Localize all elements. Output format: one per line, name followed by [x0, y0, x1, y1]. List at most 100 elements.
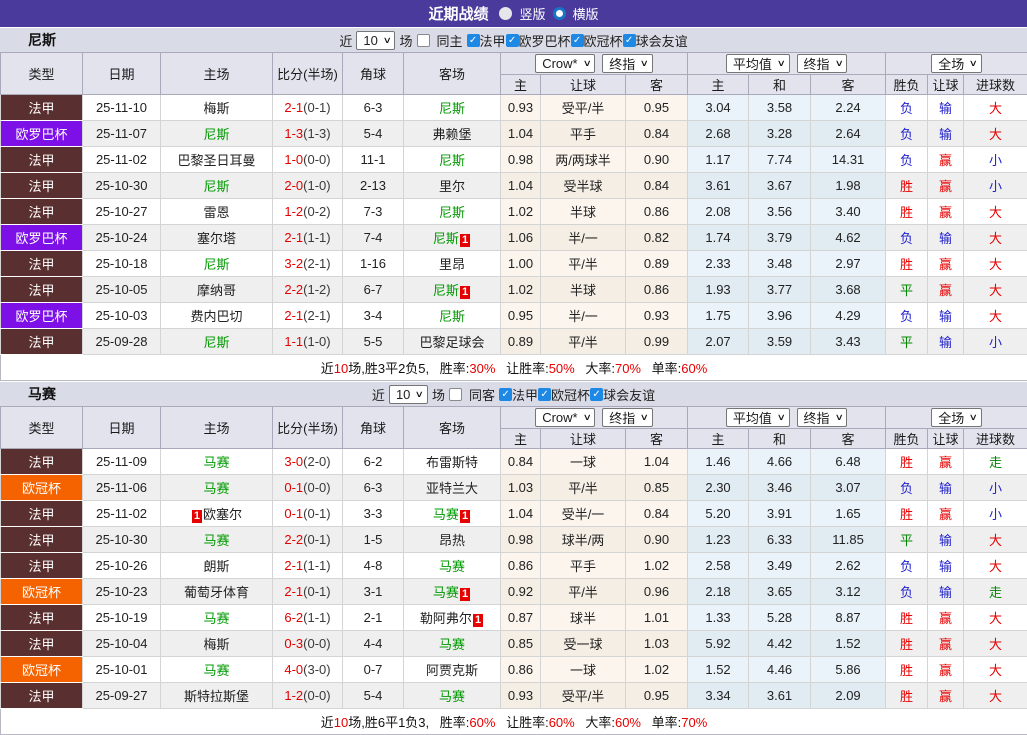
scope-select[interactable]: 全场∨ [931, 54, 982, 73]
handicap-home-odds: 0.87 [501, 605, 541, 631]
avg-home-odds: 2.33 [688, 251, 749, 277]
result-wdl: 胜 [886, 683, 928, 709]
league-checkbox[interactable]: ✓ [571, 34, 584, 47]
team-name: 朗斯 [203, 559, 229, 574]
avg-draw-odds: 3.79 [749, 225, 811, 251]
result-wdl: 胜 [886, 605, 928, 631]
handicap-home-odds: 1.04 [501, 121, 541, 147]
col-away: 客场 [404, 53, 501, 95]
avg-away-odds: 3.68 [811, 277, 886, 303]
result-handicap: 输 [928, 527, 964, 553]
final-odds-select-2[interactable]: 终指∨ [797, 54, 848, 73]
corner-cell: 1-16 [343, 251, 404, 277]
team-name: 欧塞尔 [203, 507, 242, 522]
final-odds-select[interactable]: 终指∨ [602, 54, 653, 73]
section-header-nice: 尼斯 近 10∨ 场 同主 ✓法甲✓欧罗巴杯✓欧冠杯✓球会友谊 [0, 27, 1027, 52]
handicap-line: 半球 [541, 277, 626, 303]
team-name: 梅斯 [203, 637, 229, 652]
date-cell: 25-10-04 [83, 631, 161, 657]
competition-cell: 欧冠杯 [1, 657, 83, 683]
league-checkbox[interactable]: ✓ [538, 388, 551, 401]
league-checkbox[interactable]: ✓ [467, 34, 480, 47]
date-cell: 25-11-06 [83, 475, 161, 501]
chevron-down-icon: ∨ [969, 412, 978, 423]
avg-home-odds: 2.18 [688, 579, 749, 605]
avg-away-odds: 1.98 [811, 173, 886, 199]
same-venue-checkbox[interactable] [417, 34, 430, 47]
score-cell: 2-2(0-1) [273, 527, 343, 553]
result-handicap: 赢 [928, 449, 964, 475]
avg-away-odds: 3.43 [811, 329, 886, 355]
league-checkbox[interactable]: ✓ [623, 34, 636, 47]
match-row: 法甲25-11-02巴黎圣日耳曼1-0(0-0)11-1尼斯0.98两/两球半0… [1, 147, 1027, 173]
match-row: 法甲25-10-19马赛6-2(1-1)2-1勒阿弗尔10.87球半1.011.… [1, 605, 1027, 631]
average-select[interactable]: 平均值∨ [726, 54, 790, 73]
handicap-home-odds: 0.98 [501, 147, 541, 173]
competition-cell: 法甲 [1, 329, 83, 355]
handicap-line: 平手 [541, 553, 626, 579]
vertical-layout-radio[interactable] [499, 7, 512, 20]
score-cell: 2-1(0-1) [273, 95, 343, 121]
final-odds-select[interactable]: 终指∨ [602, 408, 653, 427]
result-goals: 小 [964, 475, 1027, 501]
result-wdl: 胜 [886, 631, 928, 657]
col-result-wdl: 胜负 [886, 75, 928, 95]
league-checkbox[interactable]: ✓ [499, 388, 512, 401]
top-bar: 近期战绩 竖版 横版 [0, 0, 1027, 27]
competition-cell: 法甲 [1, 527, 83, 553]
date-cell: 25-10-01 [83, 657, 161, 683]
avg-away-odds: 3.12 [811, 579, 886, 605]
average-select[interactable]: 平均值∨ [726, 408, 790, 427]
average-select-group: 平均值∨ 终指∨ [688, 53, 886, 75]
match-count-select[interactable]: 10∨ [389, 385, 428, 404]
score-cell: 6-2(1-1) [273, 605, 343, 631]
chevron-down-icon: ∨ [969, 58, 978, 69]
match-row: 法甲25-09-27斯特拉斯堡1-2(0-0)5-4马赛0.93受平/半0.95… [1, 683, 1027, 709]
avg-away-odds: 2.24 [811, 95, 886, 121]
team-name: 巴黎足球会 [419, 335, 484, 350]
handicap-home-odds: 0.95 [501, 303, 541, 329]
fulltime-score: 1-2 [284, 688, 303, 703]
col-type: 类型 [1, 407, 83, 449]
result-wdl: 负 [886, 579, 928, 605]
avg-home-odds: 1.75 [688, 303, 749, 329]
match-count-select[interactable]: 10∨ [356, 31, 395, 50]
col-result-goals: 进球数 [964, 75, 1027, 95]
vertical-layout-label: 竖版 [519, 4, 545, 23]
team-name: 尼斯 [203, 335, 229, 350]
team-name: 尼斯 [203, 179, 229, 194]
handicap-line: 平/半 [541, 251, 626, 277]
league-checkbox[interactable]: ✓ [506, 34, 519, 47]
fulltime-score: 2-2 [284, 532, 303, 547]
away-team-cell: 尼斯 [404, 95, 501, 121]
team-name: 尼斯 [433, 283, 459, 298]
home-team-cell: 斯特拉斯堡 [161, 683, 273, 709]
chevron-down-icon: ∨ [777, 58, 786, 69]
result-wdl: 胜 [886, 449, 928, 475]
away-team-cell: 弗赖堡 [404, 121, 501, 147]
red-card-badge: 1 [460, 234, 470, 247]
scope-select[interactable]: 全场∨ [931, 408, 982, 427]
league-checkbox[interactable]: ✓ [590, 388, 603, 401]
odds-company-select[interactable]: Crow*∨ [535, 408, 595, 427]
horizontal-layout-radio[interactable] [553, 7, 566, 20]
result-wdl: 负 [886, 553, 928, 579]
same-venue-checkbox[interactable] [449, 388, 462, 401]
team-name: 马赛 [433, 507, 459, 522]
result-wdl: 平 [886, 527, 928, 553]
fulltime-score: 1-2 [284, 204, 303, 219]
match-row: 欧冠杯25-11-06马赛0-1(0-0)6-3亚特兰大1.03平/半0.852… [1, 475, 1027, 501]
chevron-down-icon: ∨ [640, 58, 649, 69]
halftime-score: (0-0) [303, 480, 330, 495]
score-cell: 4-0(3-0) [273, 657, 343, 683]
team-name: 雷恩 [203, 205, 229, 220]
fulltime-score: 1-1 [284, 334, 303, 349]
fulltime-score: 4-0 [284, 662, 303, 677]
odds-company-select[interactable]: Crow*∨ [535, 54, 595, 73]
avg-away-odds: 3.07 [811, 475, 886, 501]
final-odds-select-2[interactable]: 终指∨ [797, 408, 848, 427]
result-goals: 大 [964, 225, 1027, 251]
fulltime-score: 1-3 [284, 126, 303, 141]
halftime-score: (0-1) [303, 532, 330, 547]
corner-cell: 5-4 [343, 683, 404, 709]
